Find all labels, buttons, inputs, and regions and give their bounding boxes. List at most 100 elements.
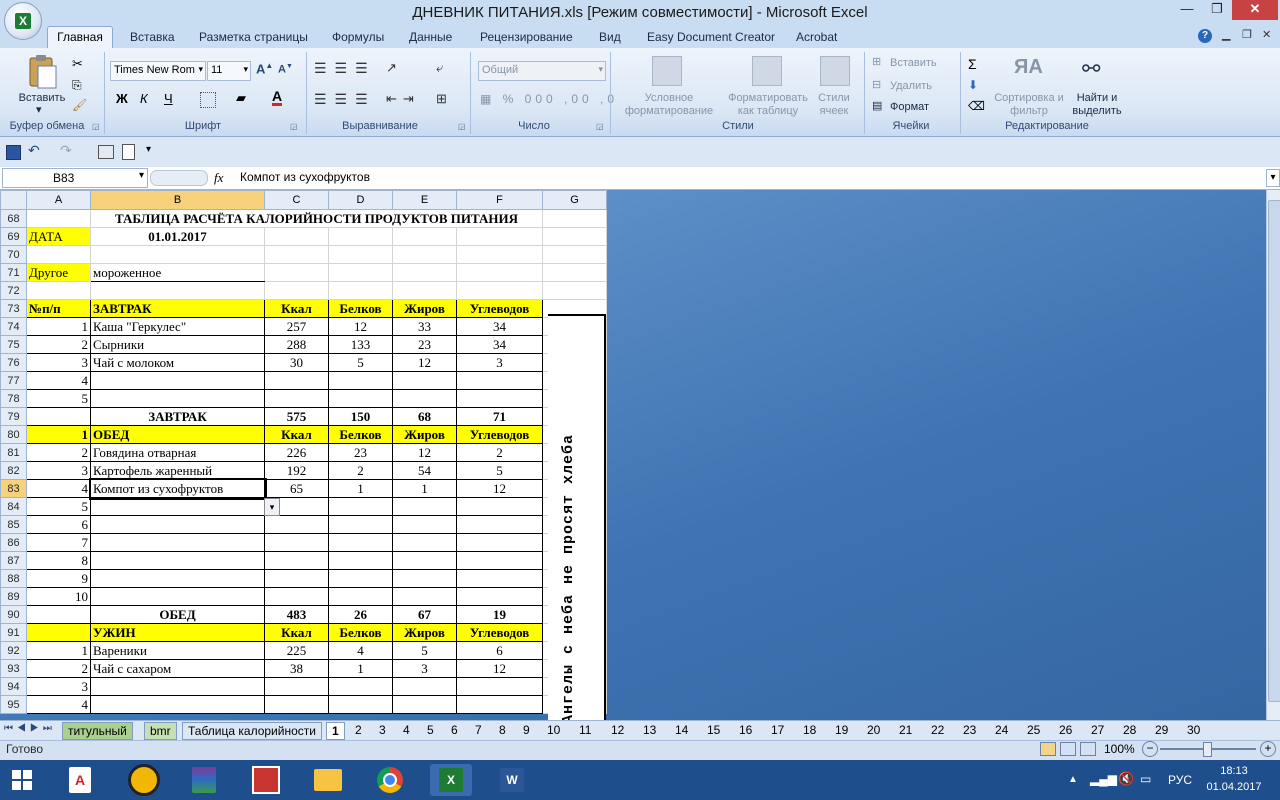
- expand-formula-bar-icon[interactable]: ▾: [1266, 169, 1280, 187]
- cell-c[interactable]: 65: [264, 479, 329, 498]
- vertical-scrollbar[interactable]: [1266, 190, 1280, 720]
- format-cells-button[interactable]: Формат: [890, 101, 929, 114]
- cell-b[interactable]: ЗАВТРАК: [90, 299, 265, 318]
- row-header[interactable]: 90: [0, 605, 27, 624]
- row-header[interactable]: 68: [0, 209, 27, 228]
- cell-e[interactable]: 12: [392, 353, 457, 372]
- network-icon[interactable]: ▂▄▆: [1090, 772, 1117, 786]
- cell-d[interactable]: Белков: [328, 623, 393, 642]
- cell-c[interactable]: 192: [264, 461, 329, 480]
- cut-icon[interactable]: ✂: [72, 56, 83, 72]
- cell-a[interactable]: Другое: [26, 263, 91, 282]
- cell-e[interactable]: 33: [392, 317, 457, 336]
- cell-d[interactable]: [328, 227, 393, 246]
- page-break-view-icon[interactable]: [1080, 742, 1096, 756]
- row-header[interactable]: 74: [0, 317, 27, 336]
- number-format-icons[interactable]: ▦ % 000 ,00 ,0: [480, 92, 618, 106]
- cell-a[interactable]: 9: [26, 569, 91, 588]
- cell-b[interactable]: [90, 695, 265, 714]
- cell-e[interactable]: 54: [392, 461, 457, 480]
- formula-input[interactable]: Компот из сухофруктов: [232, 168, 1270, 186]
- tab-easy-document-creator[interactable]: Easy Document Creator: [647, 30, 775, 44]
- formula-bar-splitter[interactable]: [150, 170, 208, 186]
- cell-a[interactable]: 2: [26, 335, 91, 354]
- row-header[interactable]: 87: [0, 551, 27, 570]
- cell-e[interactable]: 23: [392, 335, 457, 354]
- cell-b[interactable]: Говядина отварная: [90, 443, 265, 462]
- help-icon[interactable]: ?: [1198, 29, 1212, 43]
- cell-d[interactable]: [328, 695, 393, 714]
- format-as-table-button[interactable]: Форматировать как таблицу: [722, 92, 814, 118]
- fill-color-icon[interactable]: ▰: [236, 90, 246, 106]
- cell-e[interactable]: [392, 677, 457, 696]
- battery-icon[interactable]: ▭: [1140, 772, 1151, 786]
- restore-button[interactable]: ❐: [1202, 0, 1232, 20]
- horizontal-align-icons[interactable]: ☰☰☰: [314, 91, 376, 108]
- tray-expand-icon[interactable]: ▲: [1068, 774, 1078, 785]
- row-header[interactable]: 78: [0, 389, 27, 408]
- sheet-tab[interactable]: 20: [862, 722, 885, 738]
- cell-b[interactable]: Каша "Геркулес": [90, 317, 265, 336]
- cell-d[interactable]: 150: [328, 407, 393, 426]
- cell-b[interactable]: Компот из сухофруктов: [88, 477, 267, 500]
- column-header[interactable]: A: [26, 190, 91, 210]
- tab-formulas[interactable]: Формулы: [332, 30, 384, 44]
- tab-home[interactable]: Главная: [47, 26, 113, 49]
- cell-d[interactable]: 26: [328, 605, 393, 624]
- borders-icon[interactable]: [200, 92, 216, 108]
- sheet-tab[interactable]: 24: [990, 722, 1013, 738]
- text-orientation-icon[interactable]: ↗: [386, 60, 397, 76]
- select-all-button[interactable]: [0, 190, 27, 210]
- paste-icon[interactable]: [24, 54, 60, 90]
- sheet-tab[interactable]: титульный: [62, 722, 133, 740]
- cell-e[interactable]: [392, 515, 457, 534]
- sheet-tab[interactable]: 29: [1150, 722, 1173, 738]
- wrap-text-icon[interactable]: ⤶: [436, 60, 443, 76]
- cell-b[interactable]: Картофель жаренный: [90, 461, 265, 480]
- excel-taskbar-icon[interactable]: X: [430, 764, 472, 796]
- cell-c[interactable]: 226: [264, 443, 329, 462]
- cell-f[interactable]: [456, 515, 543, 534]
- cell-c[interactable]: [264, 281, 329, 300]
- cell-b[interactable]: Сырники: [90, 335, 265, 354]
- row-header[interactable]: 72: [0, 281, 27, 300]
- cell-e[interactable]: [392, 533, 457, 552]
- cell-f[interactable]: [456, 227, 543, 246]
- indent-icons[interactable]: ⇤⇥: [386, 91, 420, 107]
- cell-f[interactable]: [456, 497, 543, 516]
- row-header[interactable]: 86: [0, 533, 27, 552]
- cell-e[interactable]: [392, 281, 457, 300]
- cell-a[interactable]: 6: [26, 515, 91, 534]
- cell-d[interactable]: [328, 515, 393, 534]
- number-format-select[interactable]: Общий ▾: [478, 61, 606, 81]
- sheet-tab[interactable]: 22: [926, 722, 949, 738]
- row-header[interactable]: 93: [0, 659, 27, 678]
- cell-c[interactable]: [264, 587, 329, 606]
- ribbon-minimize-icon[interactable]: ▁: [1222, 28, 1230, 41]
- tab-acrobat[interactable]: Acrobat: [796, 30, 837, 44]
- sheet-tab[interactable]: 25: [1022, 722, 1045, 738]
- cell-c[interactable]: [264, 515, 329, 534]
- row-header[interactable]: 73: [0, 299, 27, 318]
- column-header[interactable]: D: [328, 190, 393, 210]
- number-launcher-icon[interactable]: ◲: [596, 122, 604, 131]
- cell-c[interactable]: Ккал: [264, 425, 329, 444]
- row-header[interactable]: 81: [0, 443, 27, 462]
- cell-e[interactable]: 5: [392, 641, 457, 660]
- column-header[interactable]: B: [90, 190, 265, 210]
- cell-c[interactable]: [264, 263, 329, 282]
- sheet-tab[interactable]: 4: [398, 722, 415, 738]
- sheet-title[interactable]: ТАБЛИЦА РАСЧЁТА КАЛОРИЙНОСТИ ПРОДУКТОВ П…: [90, 209, 543, 228]
- conditional-format-button[interactable]: Условное форматирование: [616, 92, 722, 118]
- row-header[interactable]: 94: [0, 677, 27, 696]
- cell-b[interactable]: Чай с сахаром: [90, 659, 265, 678]
- clock-date[interactable]: 01.04.2017: [1204, 781, 1264, 793]
- cell-f[interactable]: [456, 569, 543, 588]
- sheet-tab[interactable]: 9: [518, 722, 535, 738]
- zoom-out-icon[interactable]: −: [1142, 741, 1158, 757]
- clipboard-launcher-icon[interactable]: ◲: [92, 122, 100, 131]
- cell-c[interactable]: 257: [264, 317, 329, 336]
- row-header[interactable]: 95: [0, 695, 27, 714]
- cell-d[interactable]: [328, 533, 393, 552]
- find-select-button[interactable]: Найти и выделить: [1066, 92, 1128, 118]
